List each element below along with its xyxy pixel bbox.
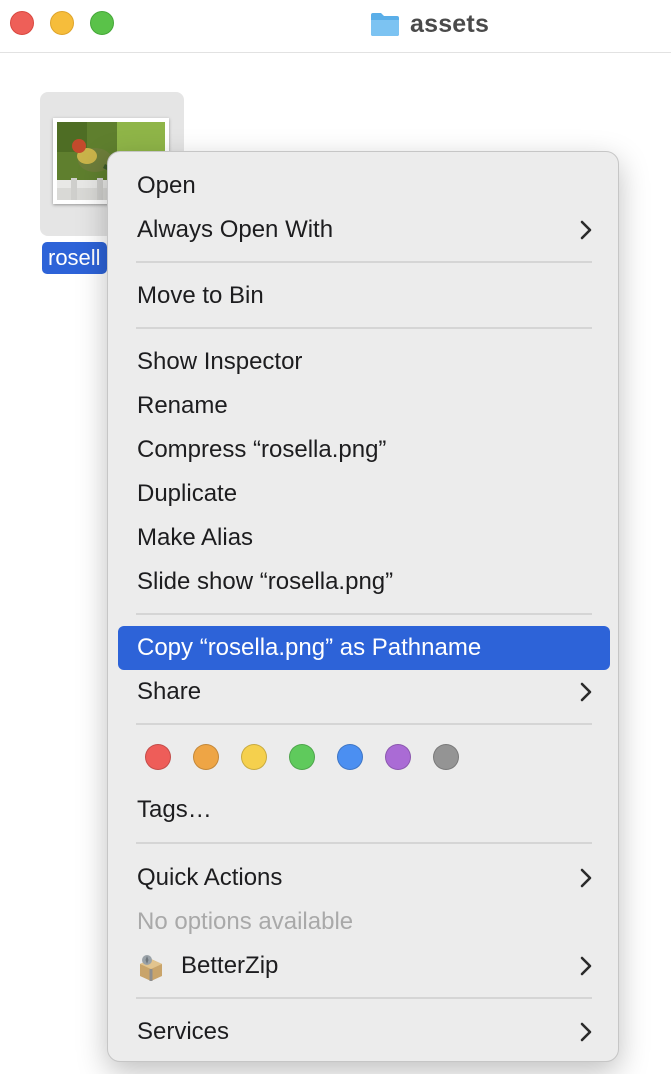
menu-item-label: Compress “rosella.png”: [137, 436, 387, 463]
menu-item-make-alias[interactable]: Make Alias: [118, 516, 610, 560]
menu-item-label: No options available: [137, 908, 354, 935]
menu-separator: [136, 261, 592, 263]
tag-yellow[interactable]: [241, 744, 267, 770]
menu-item-duplicate[interactable]: Duplicate: [118, 472, 610, 516]
chevron-right-icon: [580, 868, 592, 888]
menu-item-compress[interactable]: Compress “rosella.png”: [118, 428, 610, 472]
menu-item-tags[interactable]: Tags…: [118, 788, 610, 832]
chevron-right-icon: [580, 956, 592, 976]
context-menu: Open Always Open With Move to Bin Show I…: [107, 151, 619, 1062]
tag-gray[interactable]: [433, 744, 459, 770]
menu-separator: [136, 613, 592, 615]
menu-item-always-open-with[interactable]: Always Open With: [118, 208, 610, 252]
maximize-window-button[interactable]: [90, 11, 114, 35]
chevron-right-icon: [580, 1022, 592, 1042]
chevron-right-icon: [580, 682, 592, 702]
window-title: assets: [410, 9, 490, 38]
menu-item-open[interactable]: Open: [118, 164, 610, 208]
menu-item-label: Duplicate: [137, 480, 238, 507]
menu-separator: [136, 842, 592, 844]
minimize-window-button[interactable]: [50, 11, 74, 35]
title-bar: assets: [0, 0, 671, 53]
menu-separator: [136, 327, 592, 329]
menu-item-label: Rename: [137, 392, 228, 419]
menu-item-label: Show Inspector: [137, 348, 303, 375]
menu-item-label: Quick Actions: [137, 864, 283, 891]
folder-icon: [370, 11, 400, 37]
window-title-group: assets: [370, 8, 489, 40]
tag-blue[interactable]: [337, 744, 363, 770]
tag-green[interactable]: [289, 744, 315, 770]
menu-item-label: Slide show “rosella.png”: [137, 568, 394, 595]
menu-item-share[interactable]: Share: [118, 670, 610, 714]
betterzip-icon: [140, 955, 162, 981]
menu-item-label: Share: [137, 678, 202, 705]
file-name-label[interactable]: rosell: [42, 242, 107, 274]
close-window-button[interactable]: [10, 11, 34, 35]
menu-item-quick-actions[interactable]: Quick Actions: [118, 856, 610, 900]
menu-item-rename[interactable]: Rename: [118, 384, 610, 428]
menu-item-slide-show[interactable]: Slide show “rosella.png”: [118, 560, 610, 604]
menu-item-move-to-bin[interactable]: Move to Bin: [118, 274, 610, 318]
menu-item-label: Move to Bin: [137, 282, 264, 309]
chevron-right-icon: [580, 220, 592, 240]
menu-item-services[interactable]: Services: [118, 1010, 610, 1054]
menu-item-betterzip[interactable]: BetterZip: [118, 944, 610, 988]
menu-separator: [136, 997, 592, 999]
menu-item-label: Make Alias: [137, 524, 254, 551]
tag-orange[interactable]: [193, 744, 219, 770]
menu-item-label: Copy “rosella.png” as Pathname: [137, 634, 482, 661]
menu-separator: [136, 723, 592, 725]
menu-item-label: Always Open With: [137, 216, 334, 243]
menu-item-label: Services: [137, 1018, 230, 1045]
menu-item-label: Open: [137, 172, 196, 199]
menu-item-label: BetterZip: [181, 952, 279, 979]
menu-item-copy-pathname[interactable]: Copy “rosella.png” as Pathname: [118, 626, 610, 670]
menu-item-no-options: No options available: [118, 900, 610, 944]
tag-red[interactable]: [145, 744, 171, 770]
menu-item-show-inspector[interactable]: Show Inspector: [118, 340, 610, 384]
tag-purple[interactable]: [385, 744, 411, 770]
menu-item-label: Tags…: [137, 796, 212, 823]
